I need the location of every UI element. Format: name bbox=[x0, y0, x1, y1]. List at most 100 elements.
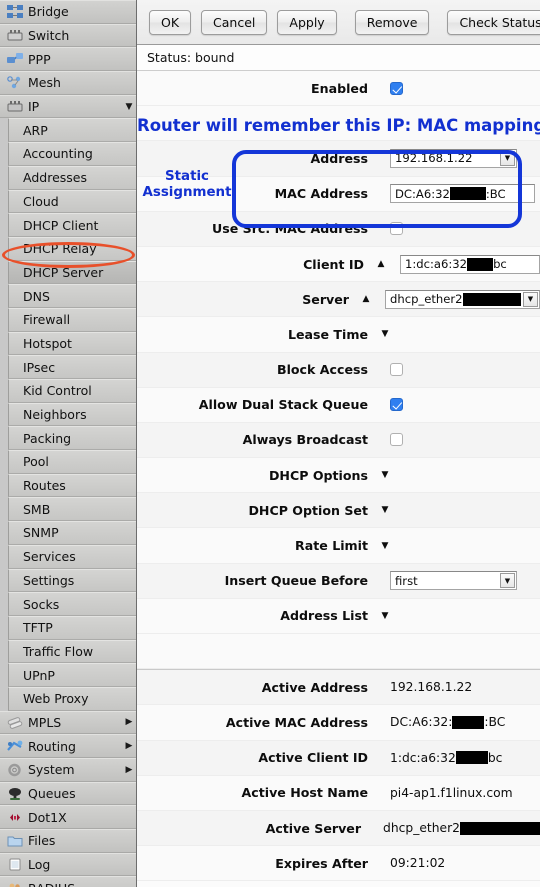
sidebar-item-queues[interactable]: Queues bbox=[0, 781, 136, 806]
sidebar-subitem-web-proxy[interactable]: Web Proxy bbox=[8, 686, 136, 711]
dhcp-option-set-label: DHCP Option Set bbox=[248, 502, 368, 518]
client-id-redaction bbox=[467, 257, 494, 271]
address-label: Address bbox=[310, 150, 368, 166]
sidebar-subitem-cloud[interactable]: Cloud bbox=[8, 189, 136, 214]
sidebar-item-ip[interactable]: IP ▼ bbox=[0, 94, 136, 119]
remove-button[interactable]: Remove bbox=[354, 9, 430, 35]
sidebar-subitem-hotspot[interactable]: Hotspot bbox=[8, 331, 136, 356]
sidebar-item-switch[interactable]: Switch bbox=[0, 23, 136, 48]
active-server-redaction bbox=[460, 821, 540, 835]
sidebar-subitem-services[interactable]: Services bbox=[8, 544, 136, 569]
sidebar-item-files[interactable]: Files bbox=[0, 829, 136, 853]
client-id-input[interactable]: 1:dc:a6:32 bc bbox=[400, 254, 540, 274]
sidebar-subitem-label: Socks bbox=[23, 596, 60, 612]
sidebar-subitem-ipsec[interactable]: IPsec bbox=[8, 355, 136, 379]
dhcp-option-set-expander-icon[interactable]: ▼ bbox=[378, 505, 392, 515]
sidebar-subitem-dhcp-server[interactable]: DHCP Server bbox=[8, 260, 136, 285]
server-label: Server bbox=[302, 291, 349, 307]
sidebar-subitem-neighbors[interactable]: Neighbors bbox=[8, 402, 136, 427]
allow-dual-stack-queue-checkbox[interactable] bbox=[390, 398, 403, 412]
sidebar-subitem-pool[interactable]: Pool bbox=[8, 450, 136, 474]
always-broadcast-label: Always Broadcast bbox=[242, 432, 368, 448]
mac-address-input[interactable]: DC:A6:32 :BC bbox=[390, 184, 535, 204]
ok-button[interactable]: OK bbox=[149, 9, 192, 35]
server-dropdown-icon[interactable]: ▼ bbox=[523, 291, 538, 307]
sidebar-subitem-addresses[interactable]: Addresses bbox=[8, 165, 136, 190]
server-expander-icon[interactable]: ▲ bbox=[359, 294, 373, 304]
sidebar-subitem-label: Traffic Flow bbox=[23, 643, 94, 659]
sidebar-subitem-accounting[interactable]: Accounting bbox=[8, 142, 136, 166]
sidebar-subitem-dns[interactable]: DNS bbox=[8, 284, 136, 308]
sidebar-item-label: System bbox=[28, 762, 75, 778]
cancel-button[interactable]: Cancel bbox=[201, 9, 268, 35]
lease-time-expander-icon[interactable]: ▼ bbox=[378, 329, 392, 339]
sidebar-item-label: Routing bbox=[28, 738, 76, 754]
sidebar-item-mpls[interactable]: MPLS ▶ bbox=[0, 710, 136, 735]
dhcp-options-label: DHCP Options bbox=[268, 467, 368, 483]
always-broadcast-checkbox[interactable] bbox=[390, 433, 403, 447]
sidebar-subitem-arp[interactable]: ARP bbox=[8, 118, 136, 143]
rate-limit-label: Rate Limit bbox=[295, 538, 368, 554]
sidebar-subitem-label: DHCP Relay bbox=[23, 241, 97, 257]
sidebar-subitem-label: Addresses bbox=[23, 170, 87, 186]
sidebar-item-label: Files bbox=[28, 833, 56, 849]
sidebar-item-routing[interactable]: Routing ▶ bbox=[0, 734, 136, 758]
sidebar-subitem-snmp[interactable]: SNMP bbox=[8, 521, 136, 545]
client-id-expander-icon[interactable]: ▲ bbox=[374, 259, 388, 269]
sidebar-subitem-label: UPnP bbox=[23, 667, 55, 683]
active-address-value: 192.168.1.22 bbox=[390, 680, 473, 695]
use-src-mac-checkbox[interactable] bbox=[390, 222, 403, 236]
lease-time-label: Lease Time bbox=[287, 326, 368, 342]
check-status-button[interactable]: Check Status bbox=[447, 9, 540, 35]
sidebar-item-dot1x[interactable]: Dot1X bbox=[0, 805, 136, 830]
row-address-list: Address List ▼ bbox=[137, 598, 540, 634]
routing-icon bbox=[6, 739, 23, 754]
sidebar-subitem-label: DHCP Server bbox=[23, 264, 104, 280]
mac-address-value-prefix: DC:A6:32 bbox=[395, 186, 450, 201]
sidebar-item-ppp[interactable]: PPP bbox=[0, 47, 136, 72]
sidebar-item-system[interactable]: System ▶ bbox=[0, 758, 136, 782]
sidebar-subitem-socks[interactable]: Socks bbox=[8, 592, 136, 616]
row-server: Server ▲ dhcp_ether2 ▼ bbox=[137, 282, 540, 318]
ppp-icon bbox=[6, 52, 23, 67]
address-list-expander-icon[interactable]: ▼ bbox=[378, 611, 392, 621]
server-input[interactable]: dhcp_ether2 ▼ bbox=[385, 289, 540, 309]
static-assignment-line: Assignment bbox=[142, 185, 232, 200]
sidebar-subitem-kid-control[interactable]: Kid Control bbox=[8, 379, 136, 403]
block-access-checkbox[interactable] bbox=[390, 363, 403, 377]
row-active-host-name: Active Host Name pi4-ap1.f1linux.com bbox=[137, 775, 540, 811]
enabled-checkbox[interactable] bbox=[390, 81, 403, 95]
sidebar-item-label: Log bbox=[28, 857, 51, 873]
apply-button[interactable]: Apply bbox=[277, 9, 337, 35]
sidebar-subitem-firewall[interactable]: Firewall bbox=[8, 307, 136, 332]
sidebar-subitem-dhcp-client[interactable]: DHCP Client bbox=[8, 213, 136, 237]
sidebar-item-mesh[interactable]: Mesh bbox=[0, 71, 136, 95]
insert-queue-before-dropdown-icon[interactable]: ▼ bbox=[500, 573, 515, 589]
sidebar-item-log[interactable]: Log bbox=[0, 852, 136, 877]
sidebar-subitem-tftp[interactable]: TFTP bbox=[8, 615, 136, 640]
sidebar-subitem-label: Routes bbox=[23, 478, 66, 494]
sidebar-subitem-routes[interactable]: Routes bbox=[8, 473, 136, 498]
sidebar-subitem-label: SMB bbox=[23, 501, 51, 517]
sidebar-subitem-smb[interactable]: SMB bbox=[8, 497, 136, 522]
sidebar-subitem-settings[interactable]: Settings bbox=[8, 568, 136, 593]
rate-limit-expander-icon[interactable]: ▼ bbox=[378, 541, 392, 551]
sidebar-item-radius[interactable]: RADIUS bbox=[0, 876, 136, 887]
address-input[interactable]: 192.168.1.22 ▼ bbox=[390, 148, 517, 168]
insert-queue-before-select[interactable]: first ▼ bbox=[390, 571, 517, 591]
address-dropdown-icon[interactable]: ▼ bbox=[500, 150, 515, 166]
active-mac-address-label: Active MAC Address bbox=[225, 714, 368, 730]
sidebar-subitem-upnp[interactable]: UPnP bbox=[8, 663, 136, 687]
dot1x-icon bbox=[6, 810, 23, 825]
sidebar-subitem-traffic-flow[interactable]: Traffic Flow bbox=[8, 639, 136, 664]
active-mac-address-value: DC:A6:32: :BC bbox=[368, 715, 540, 729]
sidebar-subitem-label: Pool bbox=[23, 454, 49, 470]
sidebar-subitem-label: DHCP Client bbox=[23, 217, 99, 233]
sidebar-item-bridge[interactable]: Bridge bbox=[0, 0, 136, 24]
row-active-address: Active Address 192.168.1.22 bbox=[137, 670, 540, 706]
dhcp-options-expander-icon[interactable]: ▼ bbox=[378, 470, 392, 480]
sidebar-subitem-label: Accounting bbox=[23, 146, 93, 162]
sidebar-subitem-dhcp-relay[interactable]: DHCP Relay bbox=[8, 236, 136, 261]
active-server-prefix: dhcp_ether2 bbox=[383, 821, 460, 836]
sidebar-subitem-packing[interactable]: Packing bbox=[8, 426, 136, 451]
